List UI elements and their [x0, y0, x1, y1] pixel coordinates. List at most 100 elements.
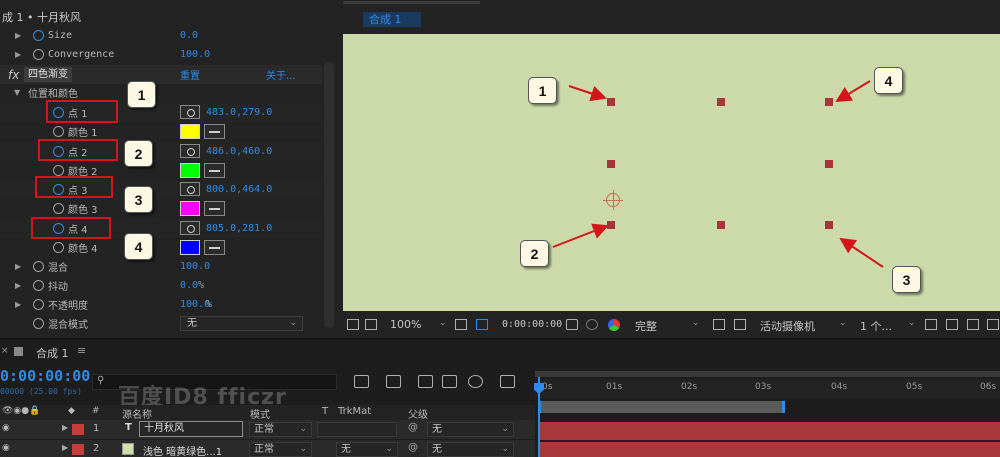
expand-triangle-icon[interactable]: ▶ [15, 300, 21, 309]
parent-dropdown[interactable]: 无 ⌄ [427, 422, 514, 437]
layer-mode-dropdown[interactable]: 正常 ⌄ [249, 422, 312, 437]
chevron-down-icon[interactable]: ⌄ [692, 318, 700, 328]
av-switches-icon[interactable]: 👁◉●🔒 [2, 406, 40, 416]
point-crosshair-button[interactable] [180, 221, 200, 235]
layer-1-duration-bar[interactable] [540, 422, 1000, 440]
layer-2-duration-bar[interactable] [540, 442, 1000, 457]
eyedropper-icon[interactable] [204, 163, 225, 178]
chevron-down-icon[interactable]: ⌄ [839, 318, 847, 328]
fx-icon[interactable]: fx [8, 68, 19, 82]
expand-triangle-icon[interactable]: ▶ [15, 50, 21, 59]
layer-row-1[interactable]: ◉ ▶ 1 T 十月秋风 正常 ⌄ @ 无 ⌄ [0, 420, 535, 439]
layer-name[interactable]: 浅色 暗黄绿色...1 [143, 443, 222, 457]
fast-preview-icon[interactable] [713, 319, 725, 330]
time-navigator[interactable] [535, 371, 1000, 377]
pickwhip-icon[interactable]: @ [408, 442, 418, 453]
stopwatch-icon[interactable] [33, 49, 44, 60]
point-crosshair-button[interactable] [180, 182, 200, 196]
parent-dropdown[interactable]: 无 ⌄ [427, 442, 514, 457]
work-area-bar[interactable] [538, 401, 785, 413]
convergence-property-row[interactable]: ▶ Convergence 100.0 [0, 45, 322, 64]
size-value[interactable]: 0.0 [180, 30, 198, 41]
point-crosshair-button[interactable] [180, 105, 200, 119]
stopwatch-icon[interactable] [33, 318, 44, 329]
effect-name[interactable]: 四色渐变 [24, 67, 72, 82]
fit-icon[interactable] [455, 319, 467, 330]
eyedropper-icon[interactable] [204, 201, 225, 216]
about-link[interactable]: 关于... [266, 67, 296, 82]
source-name-header[interactable]: 源名称 [122, 406, 152, 421]
stopwatch-icon[interactable] [53, 203, 64, 214]
blend-value[interactable]: 100.0 [180, 261, 210, 272]
channel-icon[interactable] [608, 319, 620, 331]
mode-header[interactable]: 模式 [250, 406, 270, 421]
label-icon[interactable]: ◆ [68, 406, 75, 416]
transparency-grid-icon[interactable] [734, 319, 746, 330]
toggle-pixel-icon[interactable] [925, 319, 937, 330]
size-property-row[interactable]: ▶ Size 0.0 [0, 26, 322, 45]
view-layout[interactable]: 1 个... [860, 318, 892, 334]
opacity-row[interactable]: ▶ 不透明度 100.0 % [0, 295, 322, 314]
blend-mode-row[interactable]: 混合模式 无 ⌄ [0, 314, 322, 333]
point-3-value[interactable]: 800.0,464.0 [206, 184, 272, 195]
region-of-interest-icon[interactable] [476, 319, 488, 330]
color-3-swatch[interactable] [180, 201, 200, 216]
reset-link[interactable]: 重置 [180, 67, 200, 82]
blend-mode-dropdown[interactable]: 无 ⌄ [180, 316, 303, 331]
point-1-value[interactable]: 483.0,279.0 [206, 107, 272, 118]
always-preview-icon[interactable] [347, 319, 359, 330]
time-ruler[interactable]: 0s 01s 02s 03s 04s 05s 06s [535, 379, 1000, 398]
trkmat-dropdown[interactable] [317, 422, 397, 437]
layer-color-label[interactable] [72, 444, 84, 455]
color-4-swatch[interactable] [180, 240, 200, 255]
expand-triangle-icon[interactable]: ▶ [15, 281, 21, 290]
point-4-value[interactable]: 805.0,281.0 [206, 223, 272, 234]
tab-composition-1[interactable]: 合成 1 [363, 12, 421, 27]
camera-snapshot-icon[interactable] [566, 319, 578, 330]
show-snapshot-icon[interactable] [586, 319, 598, 330]
viewer-timecode[interactable]: 0:00:00:00 [502, 319, 562, 330]
frame-blending-icon[interactable] [442, 375, 457, 388]
graph-editor-icon[interactable] [500, 375, 515, 388]
composition-canvas[interactable]: 1 4 2 3 [343, 34, 1000, 311]
chevron-down-icon[interactable]: ⌄ [439, 318, 447, 328]
color-3-row[interactable]: 颜色 3 [0, 199, 322, 218]
blend-row[interactable]: ▶ 混合 100.0 [0, 257, 322, 276]
panel-menu-icon[interactable]: ≡ [77, 344, 86, 357]
monitor-icon[interactable] [365, 319, 377, 330]
visibility-eye-icon[interactable]: ◉ [2, 443, 10, 453]
layer-mode-dropdown[interactable]: 正常 ⌄ [249, 442, 312, 457]
expand-triangle-icon[interactable]: ▶ [15, 262, 21, 271]
stopwatch-icon[interactable] [33, 261, 44, 272]
color-4-row[interactable]: 颜色 4 [0, 238, 322, 257]
collapse-triangle-icon[interactable]: ▼ [14, 88, 20, 97]
resolution-quality[interactable]: 完整 [635, 318, 657, 334]
layer-row-2[interactable]: ◉ ▶ 2 浅色 暗黄绿色...1 正常 ⌄ 无 ⌄ @ 无 ⌄ [0, 440, 535, 457]
stopwatch-icon[interactable] [53, 165, 64, 176]
eyedropper-icon[interactable] [204, 240, 225, 255]
point-2-value[interactable]: 486.0,460.0 [206, 146, 272, 157]
timeline-tab-label[interactable]: 合成 1 [36, 345, 96, 361]
more-options-icon[interactable] [987, 319, 999, 330]
comp-mini-flowchart-icon[interactable] [354, 375, 369, 388]
expand-triangle-icon[interactable]: ▶ [62, 443, 68, 452]
stopwatch-icon[interactable] [53, 126, 64, 137]
active-camera[interactable]: 活动摄像机 [760, 318, 815, 334]
point-crosshair-button[interactable] [180, 144, 200, 158]
chevron-down-icon[interactable]: ⌄ [908, 318, 916, 328]
exposure-icon[interactable] [967, 319, 979, 330]
motion-blur-icon[interactable] [468, 375, 483, 388]
expand-triangle-icon[interactable]: ▶ [15, 31, 21, 40]
draft-3d-icon[interactable] [386, 375, 401, 388]
pickwhip-icon[interactable]: @ [408, 422, 418, 433]
expand-triangle-icon[interactable]: ▶ [62, 423, 68, 432]
effect-panel-scrollbar[interactable] [324, 62, 334, 328]
trkmat-dropdown[interactable]: 无 ⌄ [336, 442, 398, 457]
eyedropper-icon[interactable] [204, 124, 225, 139]
stopwatch-icon[interactable] [33, 30, 44, 41]
stopwatch-icon[interactable] [33, 280, 44, 291]
visibility-eye-icon[interactable]: ◉ [2, 423, 10, 433]
jitter-value[interactable]: 0.0 [180, 280, 198, 291]
trkmat-header[interactable]: TrkMat [338, 406, 371, 417]
parent-header[interactable]: 父级 [408, 406, 428, 421]
